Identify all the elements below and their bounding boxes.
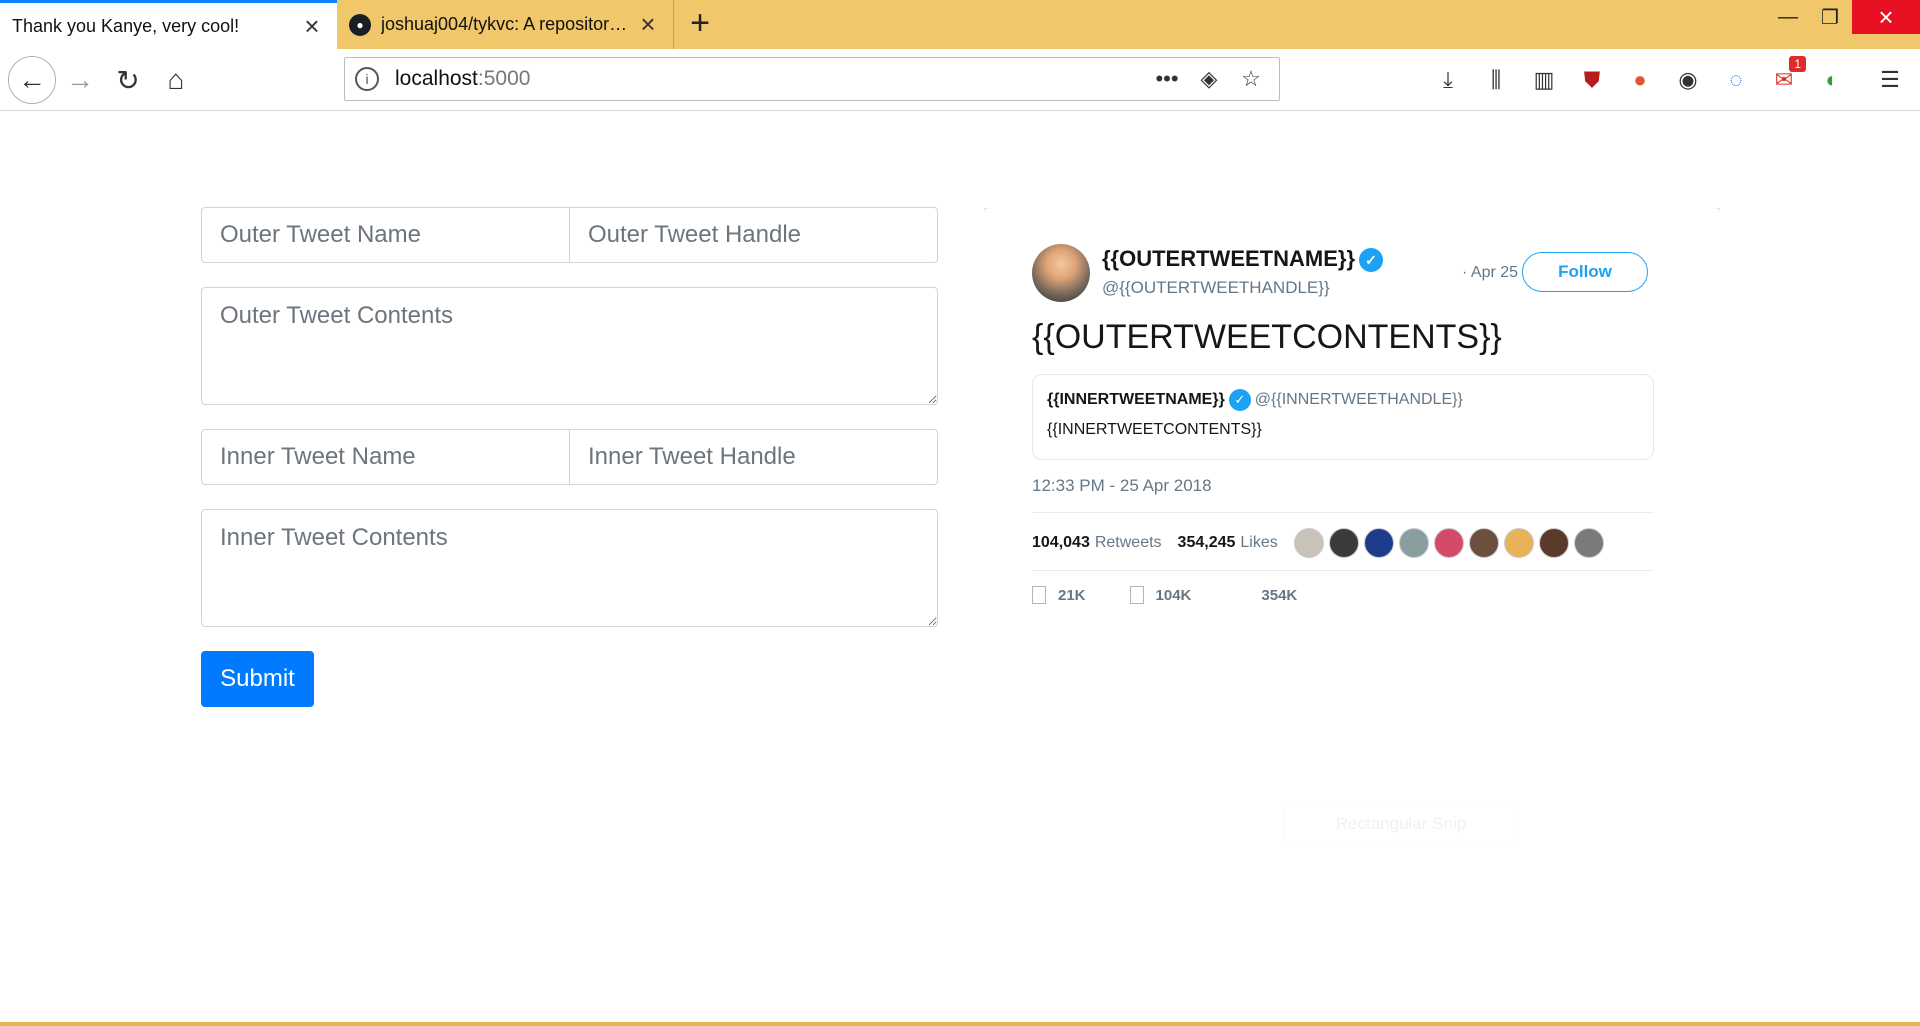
retweet-button[interactable]: 104K xyxy=(1129,586,1191,604)
tab-title: joshuaj004/tykvc: A repository for xyxy=(381,14,635,34)
quoted-author-handle: @{{INNERTWEETHANDLE}} xyxy=(1254,391,1463,409)
liker-avatar[interactable] xyxy=(1398,528,1429,558)
tab-active[interactable]: Thank you Kanye, very cool! × xyxy=(0,0,337,49)
minimize-icon[interactable]: — xyxy=(1764,0,1812,34)
tab-github[interactable]: ● joshuaj004/tykvc: A repository for × xyxy=(337,0,674,49)
tweet-actions: 21K 104K 354K xyxy=(1032,586,1341,604)
tweet-stats: 104,043 Retweets 354,245 Likes xyxy=(1032,528,1609,558)
heart-icon xyxy=(1235,586,1249,604)
tab-title: Thank you Kanye, very cool! xyxy=(12,15,240,36)
follow-button[interactable]: Follow xyxy=(1522,252,1648,292)
chat-icon[interactable]: ◌ xyxy=(1718,62,1754,98)
outer-name-handle-row xyxy=(201,207,938,263)
url-port: :5000 xyxy=(477,67,531,90)
reply-icon xyxy=(1032,586,1046,604)
duckduckgo-icon[interactable]: ● xyxy=(1622,62,1658,98)
liker-avatar[interactable] xyxy=(1328,528,1359,558)
verified-badge-icon: ✓ xyxy=(1359,248,1384,273)
outer-name-input[interactable] xyxy=(201,207,570,263)
reload-button[interactable]: ↻ xyxy=(106,58,150,102)
github-icon: ● xyxy=(349,13,371,36)
likes-label: Likes xyxy=(1240,534,1278,551)
inner-handle-input[interactable] xyxy=(570,429,938,485)
info-icon[interactable]: i xyxy=(355,67,379,91)
tweet-timestamp[interactable]: 12:33 PM - 25 Apr 2018 xyxy=(1032,476,1212,496)
tweet-author-handle[interactable]: @{{OUTERTWEETHANDLE}} xyxy=(1102,278,1330,298)
tab-close-icon[interactable]: × xyxy=(299,11,325,41)
divider xyxy=(1032,570,1654,571)
snip-overlay-label: Rectangular Snip xyxy=(1283,806,1519,842)
tweet-form: Submit xyxy=(201,207,938,707)
window-close-icon[interactable]: × xyxy=(1852,0,1920,34)
taskbar-edge xyxy=(0,1022,1920,1026)
pocket-icon[interactable]: ◈ xyxy=(1191,61,1227,97)
divider xyxy=(1032,512,1654,513)
url-host: localhost xyxy=(395,67,478,90)
js-toggle-icon[interactable]: ◐ xyxy=(1814,62,1850,98)
reddit-icon[interactable]: ◉ xyxy=(1670,62,1706,98)
liker-avatar[interactable] xyxy=(1503,528,1534,558)
liker-avatar[interactable] xyxy=(1433,528,1464,558)
restore-icon[interactable]: ❐ xyxy=(1806,0,1854,34)
liker-avatar[interactable] xyxy=(1538,528,1569,558)
tab-close-icon[interactable]: × xyxy=(635,9,661,39)
tweet-preview: {{OUTERTWEETNAME}} ✓ @{{OUTERTWEETHANDLE}… xyxy=(984,208,1720,658)
back-button[interactable]: ← xyxy=(8,56,56,104)
retweet-icon xyxy=(1129,586,1144,604)
reply-button[interactable]: 21K xyxy=(1032,586,1086,604)
like-count[interactable]: 354,245 xyxy=(1178,534,1236,552)
quoted-contents: {{INNERTWEETCONTENTS}} xyxy=(1047,421,1262,438)
home-button[interactable]: ⌂ xyxy=(154,58,198,102)
tweet-contents: {{OUTERTWEETCONTENTS}} xyxy=(1032,318,1502,356)
notification-badge: 1 xyxy=(1789,56,1806,72)
liker-avatar[interactable] xyxy=(1293,528,1324,558)
liker-avatar[interactable] xyxy=(1363,528,1394,558)
tweet-author-name[interactable]: {{OUTERTWEETNAME}} ✓ xyxy=(1102,246,1384,273)
inner-name-handle-row xyxy=(201,429,938,485)
liker-avatar[interactable] xyxy=(1468,528,1499,558)
forward-button[interactable]: → xyxy=(58,58,102,102)
outer-handle-input[interactable] xyxy=(570,207,938,263)
navigation-toolbar: ← → ↻ ⌂ i localhost :5000 ••• ◈ ☆ ⤓ ⫼ ▥ … xyxy=(0,49,1920,111)
menu-icon[interactable]: ☰ xyxy=(1872,62,1908,98)
outer-contents-textarea[interactable] xyxy=(201,287,938,405)
submit-button[interactable]: Submit xyxy=(201,651,314,707)
like-button[interactable]: 354K xyxy=(1235,586,1297,604)
downloads-icon[interactable]: ⤓ xyxy=(1430,62,1466,98)
retweets-label: Retweets xyxy=(1094,534,1162,551)
inner-name-input[interactable] xyxy=(201,429,570,485)
liker-avatar[interactable] xyxy=(1573,528,1604,558)
library-icon[interactable]: ⫼ xyxy=(1478,62,1514,98)
tab-strip: Thank you Kanye, very cool! × ● joshuaj0… xyxy=(0,0,1920,49)
sidebar-icon[interactable]: ▥ xyxy=(1526,62,1562,98)
new-tab-button[interactable]: + xyxy=(684,6,716,40)
ublock-icon[interactable]: ⛊ xyxy=(1574,62,1610,98)
tweet-date[interactable]: · Apr 25 xyxy=(1462,264,1518,282)
quoted-tweet[interactable]: {{INNERTWEETNAME}} ✓ @{{INNERTWEETHANDLE}}… xyxy=(1032,374,1654,460)
mail-icon[interactable]: ✉ 1 xyxy=(1766,56,1806,98)
inner-contents-textarea[interactable] xyxy=(201,509,938,627)
verified-badge-icon: ✓ xyxy=(1228,389,1251,411)
quoted-author-name: {{INNERTWEETNAME}} xyxy=(1047,391,1225,409)
retweet-count[interactable]: 104,043 xyxy=(1032,534,1090,552)
avatar[interactable] xyxy=(1032,244,1090,302)
page-actions-icon[interactable]: ••• xyxy=(1149,61,1185,97)
bookmark-star-icon[interactable]: ☆ xyxy=(1233,61,1269,97)
url-bar[interactable]: i localhost :5000 ••• ◈ ☆ xyxy=(344,57,1280,101)
